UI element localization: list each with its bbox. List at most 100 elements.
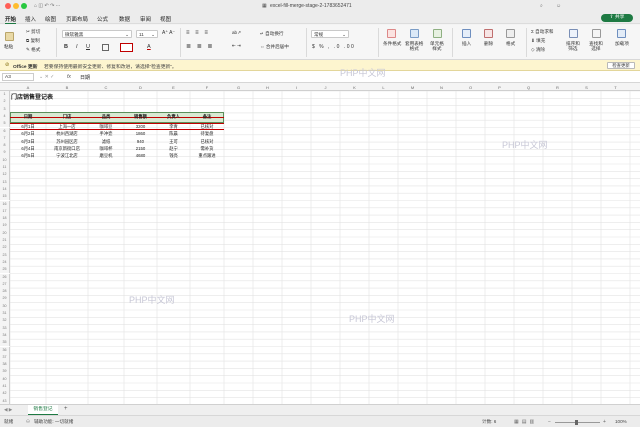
vertical-align-buttons[interactable]: ≡ ≡ ≡ — [186, 30, 210, 36]
row-header[interactable]: 11 — [0, 164, 10, 172]
table-cell[interactable]: 已核对 — [190, 139, 224, 145]
zoom-in-icon[interactable]: + — [603, 419, 606, 425]
table-cell[interactable]: 6月1日 — [10, 124, 46, 130]
find-select-label[interactable]: 查找和 选择 — [589, 41, 603, 51]
column-header-n[interactable]: N — [427, 85, 456, 90]
table-cell[interactable]: 6月4日 — [10, 146, 46, 152]
table-cell[interactable]: 赵宁 — [157, 146, 190, 152]
row-header[interactable]: 2 — [0, 98, 10, 106]
view-mode-icons[interactable]: ▦▤▥ — [514, 419, 537, 425]
row-header[interactable]: 39 — [0, 368, 10, 376]
fill-color-button[interactable] — [120, 43, 133, 52]
row-header[interactable]: 1 — [0, 91, 10, 99]
table-cell[interactable]: 6月2日 — [10, 131, 46, 137]
row-header[interactable]: 10 — [0, 156, 10, 164]
row-header[interactable]: 4 — [0, 112, 10, 121]
table-cell[interactable]: 940 — [124, 139, 157, 145]
tab-review[interactable]: 审阅 — [140, 15, 151, 23]
table-cell[interactable]: 滤纸 — [88, 139, 124, 145]
clear-button[interactable]: ◇ 清除 — [531, 47, 545, 53]
worksheet-grid[interactable]: ABCDEFGHIJKLMNOPQRST 1 2 3 4 5 6 7 8 9 10 11 12 13 14… — [0, 83, 640, 404]
row-header[interactable]: 37 — [0, 353, 10, 362]
zoom-slider-thumb[interactable] — [575, 420, 578, 425]
find-select-icon[interactable] — [592, 29, 601, 38]
horizontal-align-buttons[interactable]: ≣ ≣ ≣ — [186, 43, 214, 50]
row-header[interactable]: 13 — [0, 178, 10, 186]
table-cell[interactable]: 磨豆机 — [88, 153, 124, 159]
tab-data[interactable]: 数据 — [119, 15, 130, 23]
insert-cells-label[interactable]: 插入 — [462, 41, 471, 47]
row-header[interactable]: 42 — [0, 390, 10, 398]
sort-filter-icon[interactable] — [569, 29, 578, 38]
table-cell[interactable]: 需补货 — [190, 146, 224, 152]
wrap-text-button[interactable]: ↵ 自动换行 — [260, 31, 284, 37]
table-cell[interactable]: 苏州园区店 — [46, 139, 88, 145]
font-name-select[interactable]: 微软雅黑 ⌄ — [62, 30, 132, 38]
row-header[interactable]: 12 — [0, 171, 10, 179]
row-header[interactable]: 38 — [0, 361, 10, 369]
row-header[interactable]: 40 — [0, 375, 10, 383]
orientation-icon[interactable]: ab↗ — [232, 30, 241, 36]
column-header-h[interactable]: H — [253, 85, 282, 90]
table-cell[interactable]: 2150 — [124, 146, 157, 152]
row-header[interactable]: 41 — [0, 383, 10, 391]
accessibility-icon[interactable]: ⚇ — [26, 419, 30, 425]
row-header[interactable]: 23 — [0, 251, 10, 259]
column-header-l[interactable]: L — [369, 85, 398, 90]
header-date[interactable]: 日期 — [10, 114, 46, 120]
tab-page-layout[interactable]: 页面布局 — [66, 15, 88, 23]
row-header[interactable]: 24 — [0, 258, 10, 267]
header-store[interactable]: 门店 — [46, 114, 88, 120]
search-icon[interactable]: ⌕ — [540, 3, 543, 9]
borders-icon[interactable] — [102, 44, 109, 51]
column-header-o[interactable]: O — [456, 85, 485, 90]
row-header[interactable]: 19 — [0, 222, 10, 230]
row-header[interactable]: 6 — [0, 127, 10, 135]
row-header[interactable]: 14 — [0, 185, 10, 194]
zoom-window-button[interactable] — [21, 3, 27, 9]
row-header[interactable]: 29 — [0, 295, 10, 303]
column-header-f[interactable]: F — [190, 85, 224, 90]
row-header[interactable]: 5 — [0, 120, 10, 128]
column-header-m[interactable]: M — [398, 85, 427, 90]
comments-icon[interactable]: ☺ — [556, 3, 561, 9]
row-header[interactable]: 25 — [0, 266, 10, 274]
column-header-p[interactable]: P — [485, 85, 514, 90]
font-size-select[interactable]: 11 ⌄ — [136, 30, 158, 38]
cut-button[interactable]: ✂ 剪切 — [26, 29, 40, 35]
row-header[interactable]: 18 — [0, 215, 10, 223]
number-format-buttons[interactable]: $ % , .0 .00 — [312, 44, 355, 50]
row-header[interactable]: 27 — [0, 280, 10, 289]
column-header-e[interactable]: E — [157, 85, 190, 90]
table-cell[interactable]: 咖啡豆 — [88, 124, 124, 130]
merge-center-button[interactable]: ⇔ 合并后居中 — [260, 44, 289, 50]
row-header[interactable]: 31 — [0, 310, 10, 318]
table-cell[interactable]: 已核对 — [190, 124, 224, 130]
indent-buttons[interactable]: ⇤ ⇥ — [232, 43, 241, 49]
zoom-out-icon[interactable]: − — [548, 419, 551, 425]
tab-home[interactable]: 开始 — [5, 15, 17, 24]
table-cell[interactable]: 王可 — [157, 139, 190, 145]
format-painter-button[interactable]: ✎ 格式 — [26, 47, 40, 53]
row-header[interactable]: 33 — [0, 324, 10, 332]
autosum-button[interactable]: Σ 自动求和 — [531, 29, 554, 35]
insert-cells-icon[interactable] — [462, 29, 471, 38]
tab-view[interactable]: 视图 — [160, 15, 171, 23]
check-updates-button[interactable]: 检查更新 — [607, 61, 635, 69]
table-cell[interactable]: 待复盘 — [190, 131, 224, 137]
header-notes[interactable]: 备注 — [190, 114, 224, 120]
tab-insert[interactable]: 插入 — [25, 15, 36, 23]
row-header[interactable]: 20 — [0, 229, 10, 237]
italic-button[interactable]: I — [76, 44, 78, 50]
cell-style-icon[interactable] — [433, 29, 442, 38]
function-icon[interactable]: fx — [67, 74, 71, 80]
format-cells-icon[interactable] — [506, 29, 515, 38]
conditional-format-label[interactable]: 条件格式 — [383, 41, 401, 47]
table-cell[interactable]: 上海一店 — [46, 124, 88, 130]
share-button[interactable]: ⇪ 共享 — [601, 14, 633, 22]
cell-style-label[interactable]: 单元格 样式 — [430, 41, 444, 51]
tab-draw[interactable]: 绘图 — [45, 15, 56, 23]
add-sheet-button[interactable]: + — [64, 406, 68, 412]
addins-icon[interactable] — [617, 29, 626, 38]
row-header[interactable]: 34 — [0, 331, 10, 340]
